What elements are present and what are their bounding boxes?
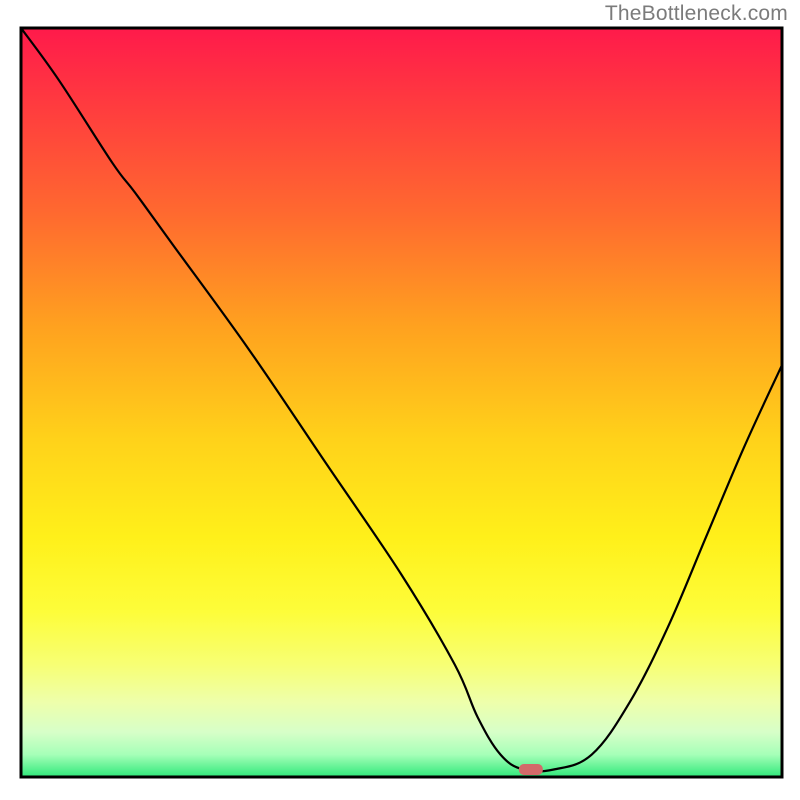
chart-container: TheBottleneck.com	[0, 0, 800, 800]
bottleneck-chart	[0, 0, 800, 800]
chart-background	[21, 28, 782, 777]
target-marker	[519, 764, 543, 775]
watermark-label: TheBottleneck.com	[605, 2, 788, 26]
